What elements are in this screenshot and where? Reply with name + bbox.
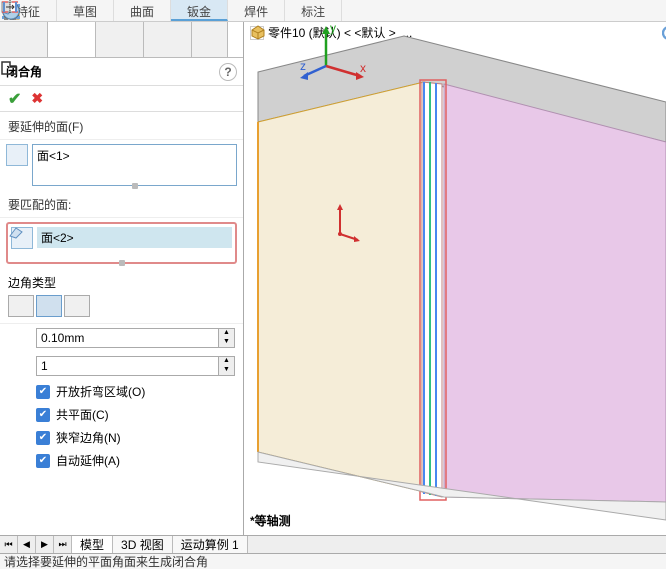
help-button[interactable]: ? bbox=[219, 63, 237, 81]
cancel-button[interactable]: ✖ bbox=[31, 90, 43, 107]
panel-tab-display[interactable] bbox=[144, 22, 192, 57]
ratio-spinner[interactable]: ▲▼ bbox=[219, 356, 235, 376]
corner-type-butt[interactable] bbox=[8, 295, 34, 317]
bottom-tab-3dview[interactable]: 3D 视图 bbox=[113, 536, 173, 553]
panel-tab-config[interactable] bbox=[96, 22, 144, 57]
svg-text:y: y bbox=[330, 22, 336, 35]
menu-tab-annotation[interactable]: 标注 bbox=[285, 0, 342, 21]
model-view[interactable] bbox=[244, 22, 666, 527]
svg-text:x: x bbox=[360, 61, 366, 75]
tab-nav-first[interactable]: ⏮ bbox=[0, 536, 18, 553]
origin-triad bbox=[332, 202, 362, 242]
tab-nav-next[interactable]: ▶ bbox=[36, 536, 54, 553]
main-menubar: 特征 草图 曲面 钣金 焊件 标注 bbox=[0, 0, 666, 22]
face-extend-icon bbox=[6, 144, 28, 166]
corner-type-underlap[interactable] bbox=[64, 295, 90, 317]
ratio-icon bbox=[8, 357, 30, 375]
faces-extend-label: 要延伸的面(F) bbox=[0, 112, 243, 140]
bottom-tab-model[interactable]: 模型 bbox=[72, 536, 113, 553]
confirm-row: ✔ ✖ bbox=[0, 86, 243, 112]
closed-corner-icon bbox=[0, 58, 18, 76]
menu-tab-sketch[interactable]: 草图 bbox=[57, 0, 114, 21]
panel-tabrow bbox=[0, 22, 243, 58]
faces-extend-list[interactable]: 面<1> bbox=[32, 144, 237, 186]
panel-tab-feature-tree[interactable] bbox=[0, 22, 48, 57]
faces-match-label: 要匹配的面: bbox=[0, 190, 243, 218]
check-open-bend[interactable]: ✔开放折弯区域(O) bbox=[0, 380, 243, 403]
panel-tab-property[interactable] bbox=[48, 22, 96, 57]
svg-text:z: z bbox=[300, 59, 306, 73]
face-match-icon bbox=[11, 227, 33, 249]
ok-button[interactable]: ✔ bbox=[8, 89, 21, 109]
property-panel: 闭合角 ? ✔ ✖ 要延伸的面(F) 面<1> 要匹配的面: 面<2> bbox=[0, 22, 244, 535]
status-bar: 请选择要延伸的平面角面来生成闭合角 bbox=[0, 553, 666, 569]
corner-type-overlap[interactable] bbox=[36, 295, 62, 317]
faces-match-list[interactable]: 面<2> bbox=[6, 222, 237, 264]
feature-title-row: 闭合角 ? bbox=[0, 58, 243, 86]
ratio-input[interactable] bbox=[36, 356, 219, 376]
face-extend-item[interactable]: 面<1> bbox=[37, 149, 70, 163]
face-match-item[interactable]: 面<2> bbox=[41, 231, 74, 245]
view-triad[interactable]: y x z bbox=[300, 22, 370, 82]
viewport[interactable]: ▶ 零件10 (默认) < <默认 >_... bbox=[244, 22, 666, 535]
gap-icon bbox=[8, 329, 30, 347]
check-auto-extend[interactable]: ✔自动延伸(A) bbox=[0, 449, 243, 472]
bottom-tabbar: ⏮ ◀ ▶ ⏭ 模型 3D 视图 运动算例 1 bbox=[0, 535, 666, 553]
check-coplanar[interactable]: ✔共平面(C) bbox=[0, 403, 243, 426]
gap-input[interactable] bbox=[36, 328, 219, 348]
menu-tab-sheetmetal[interactable]: 钣金 bbox=[171, 0, 228, 21]
tab-nav-last[interactable]: ⏭ bbox=[54, 536, 72, 553]
gap-spinner[interactable]: ▲▼ bbox=[219, 328, 235, 348]
corner-type-label: 边角类型 bbox=[8, 274, 235, 291]
menu-tab-weldment[interactable]: 焊件 bbox=[228, 0, 285, 21]
bottom-tab-motion[interactable]: 运动算例 1 bbox=[173, 536, 248, 553]
tab-nav-prev[interactable]: ◀ bbox=[18, 536, 36, 553]
menu-tab-surface[interactable]: 曲面 bbox=[114, 0, 171, 21]
panel-tab-appearance[interactable] bbox=[192, 22, 228, 57]
view-label: *等轴测 bbox=[250, 512, 291, 529]
check-narrow-corner[interactable]: ✔狭窄边角(N) bbox=[0, 426, 243, 449]
